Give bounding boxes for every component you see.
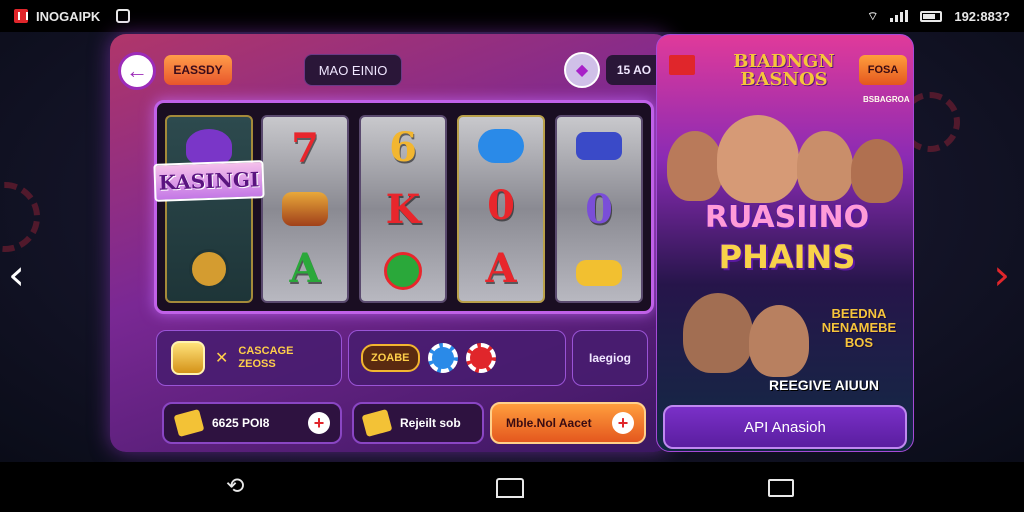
diamond-icon[interactable]: ◆ <box>564 52 600 88</box>
back-button[interactable]: ← <box>118 52 156 90</box>
battery-icon <box>920 10 943 22</box>
orange-action-label: Mble.Nol Aacet <box>506 416 592 430</box>
tag-button[interactable]: Iaegiog <box>572 330 648 386</box>
signal-icon <box>890 10 909 22</box>
cherry-symbol <box>384 252 422 290</box>
person-image <box>667 131 723 201</box>
coins-label: 6625 POI8 <box>212 416 270 430</box>
reel-4: 0 A <box>457 115 545 303</box>
previous-arrow-icon[interactable]: ‹ <box>8 254 25 296</box>
reel-symbol: 6 <box>389 124 417 171</box>
plus-icon[interactable]: + <box>612 412 634 434</box>
poker-chip-icon <box>465 343 496 373</box>
home-icon[interactable] <box>496 478 524 498</box>
status-app-name: INOGAIPK <box>36 8 101 24</box>
multiply-icon: ✕ <box>215 350 229 367</box>
rebet-label: Rejeilt sob <box>400 416 461 430</box>
next-arrow-icon[interactable]: › <box>993 254 1010 296</box>
ad-panel: BIADNGN BASNOS FOSA BSBAGROA RUASIINO PH… <box>656 34 914 452</box>
reel-frame: 7 A 6 K 0 A 0 <box>154 100 654 314</box>
bonus-promo-text: CASCAGE ZEOSS <box>238 345 294 370</box>
reel-2: 7 A <box>261 115 349 303</box>
ad-headline-1: RUASIINO <box>704 200 870 235</box>
poker-chip-icon <box>0 182 40 252</box>
reel-5: 0 <box>555 115 643 303</box>
ad-sub-label: BSBAGROA <box>863 95 910 104</box>
reel-symbol: 0 <box>585 186 613 233</box>
app-badge-icon <box>14 9 28 23</box>
slot-game-panel: ← EASSDY MAO EINIO ◆ 15 AO 7 A 6 K 0 A 0 <box>110 34 670 452</box>
wifi-icon: ⌔ <box>867 8 879 23</box>
chips-label: ZOABE <box>361 344 420 372</box>
cloud-symbol <box>478 128 524 163</box>
person-image <box>851 139 903 203</box>
coin-icon <box>173 409 205 437</box>
chips-card[interactable]: ZOABE <box>348 330 566 386</box>
navigation-bar: ⟲ <box>0 462 1024 512</box>
orange-action-button[interactable]: Mble.Nol Aacet + <box>490 402 646 444</box>
reel-symbol: 7 <box>291 124 319 172</box>
car-symbol <box>576 132 622 160</box>
reel-symbol: 0 <box>487 181 515 229</box>
ad-logo-icon <box>669 55 695 75</box>
ticket-icon <box>361 409 393 437</box>
status-bar: INOGAIPK ⌔ 192:883? <box>0 0 1024 32</box>
gold-ingot-icon <box>171 341 205 375</box>
gold-symbol <box>576 260 622 286</box>
compass-symbol <box>189 248 229 289</box>
chest-symbol <box>282 191 328 226</box>
reel-1 <box>165 115 253 303</box>
back-icon[interactable]: ⟲ <box>226 476 244 498</box>
game-title: MAO EINIO <box>304 54 402 86</box>
reel-symbol: A <box>289 245 321 293</box>
poker-chip-icon <box>427 343 458 373</box>
status-clock: 192:883? <box>954 8 1010 24</box>
plus-icon[interactable]: + <box>308 412 330 434</box>
person-image <box>797 131 853 201</box>
ad-headline-2: PHAINS <box>718 238 856 276</box>
person-image <box>749 305 809 377</box>
hat-symbol <box>186 129 232 164</box>
coins-button[interactable]: 6625 POI8 + <box>162 402 342 444</box>
top-left-button[interactable]: EASSDY <box>164 55 232 85</box>
bonus-promo-card[interactable]: ✕ CASCAGE ZEOSS <box>156 330 342 386</box>
person-image <box>717 115 799 203</box>
ad-pill-button[interactable]: FOSA <box>859 55 907 85</box>
ad-caption: REEGIVE AIUUN <box>769 377 879 393</box>
balance-display: 15 AO <box>606 55 662 85</box>
shield-icon <box>116 9 131 23</box>
reel-symbol: A <box>485 245 517 293</box>
reel-symbol: K <box>385 186 421 233</box>
ad-title: BIADNGN BASNOS <box>733 51 835 90</box>
person-image <box>683 293 753 373</box>
rebet-button[interactable]: Rejeilt sob <box>352 402 484 444</box>
ad-promo-text: BEEDNA NENAMEBE BOS <box>821 306 897 350</box>
ad-cta-button[interactable]: API Anasioh <box>663 405 907 449</box>
reel-3: 6 K <box>359 115 447 303</box>
recent-apps-icon[interactable] <box>768 479 794 497</box>
game-logo: KASINGI <box>153 160 265 202</box>
